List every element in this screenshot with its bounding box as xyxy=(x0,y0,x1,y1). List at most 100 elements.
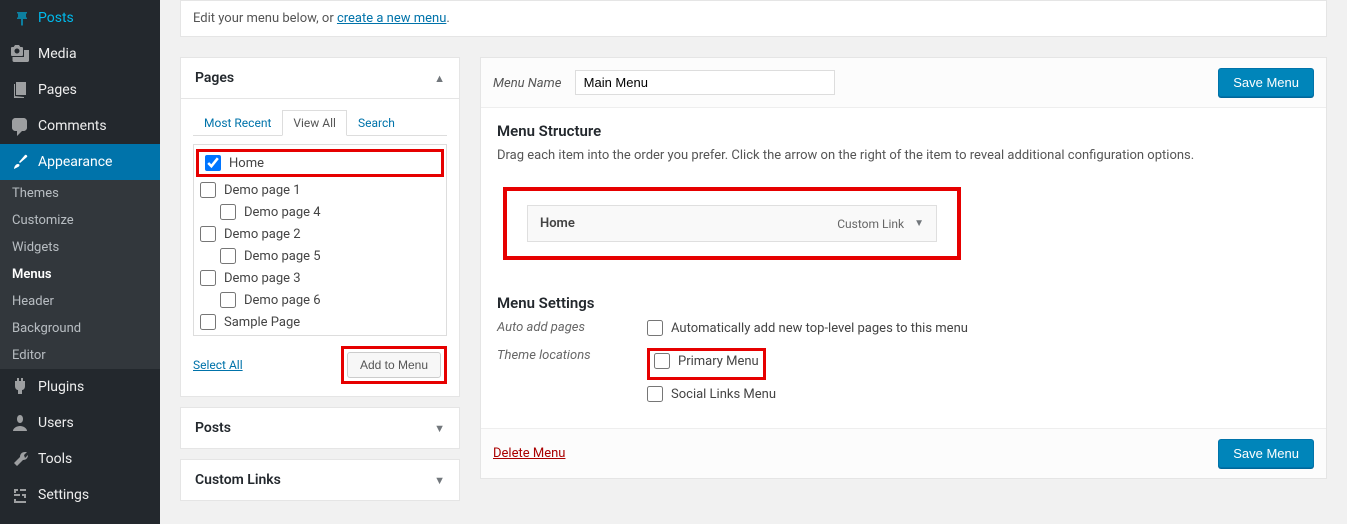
pin-icon xyxy=(10,8,30,28)
sidebar-item-posts[interactable]: Posts xyxy=(0,0,160,36)
subitem-header[interactable]: Header xyxy=(0,288,160,315)
save-menu-button-bottom[interactable]: Save Menu xyxy=(1218,439,1314,468)
menu-item-type: Custom Link xyxy=(837,217,904,231)
admin-sidebar: Posts Media Pages Comments Appearance Th… xyxy=(0,0,160,524)
social-menu-checkbox[interactable] xyxy=(647,386,663,402)
page-checkbox[interactable] xyxy=(220,248,236,264)
page-checkbox[interactable] xyxy=(220,204,236,220)
theme-location-primary[interactable]: Primary Menu xyxy=(654,353,759,369)
sidebar-label: Users xyxy=(38,415,74,431)
page-item[interactable]: Demo page 6 xyxy=(194,289,446,311)
menu-structure-desc: Drag each item into the order you prefer… xyxy=(497,148,1310,163)
page-checkbox[interactable] xyxy=(220,292,236,308)
posts-accordion: Posts ▼ xyxy=(180,407,460,449)
select-all-link[interactable]: Select All xyxy=(193,358,243,372)
add-to-menu-button[interactable]: Add to Menu xyxy=(347,352,441,378)
sidebar-label: Pages xyxy=(38,82,77,98)
page-item[interactable]: Demo page 3 xyxy=(194,267,446,289)
posts-title: Posts xyxy=(195,420,231,436)
chevron-down-icon: ▼ xyxy=(434,422,445,435)
posts-accordion-header[interactable]: Posts ▼ xyxy=(181,408,459,448)
subitem-customize[interactable]: Customize xyxy=(0,207,160,234)
sidebar-label: Posts xyxy=(38,10,74,26)
subitem-themes[interactable]: Themes xyxy=(0,180,160,207)
tab-view-all[interactable]: View All xyxy=(282,110,347,136)
page-checkbox[interactable] xyxy=(205,155,221,171)
chevron-down-icon: ▼ xyxy=(434,474,445,487)
theme-location-social[interactable]: Social Links Menu xyxy=(647,386,1310,402)
sidebar-item-tools[interactable]: Tools xyxy=(0,441,160,477)
auto-add-text: Automatically add new top-level pages to… xyxy=(671,321,968,336)
page-item[interactable]: Demo page 1 xyxy=(194,179,446,201)
save-menu-button-top[interactable]: Save Menu xyxy=(1218,68,1314,97)
menu-name-label: Menu Name xyxy=(493,76,561,91)
sidebar-label: Tools xyxy=(38,451,72,467)
menu-structure-heading: Menu Structure xyxy=(497,122,1310,140)
page-icon xyxy=(10,80,30,100)
custom-links-title: Custom Links xyxy=(195,472,281,488)
edit-menu-notice: Edit your menu below, or create a new me… xyxy=(180,0,1327,37)
notice-suffix: . xyxy=(446,11,449,26)
page-label: Home xyxy=(229,156,264,171)
page-label: Sample Page xyxy=(224,315,300,330)
custom-links-accordion: Custom Links ▼ xyxy=(180,459,460,501)
page-label: Demo page 2 xyxy=(224,227,301,242)
chevron-down-icon[interactable]: ▼ xyxy=(914,218,924,229)
create-menu-link[interactable]: create a new menu xyxy=(337,11,446,26)
plugin-icon xyxy=(10,377,30,397)
pages-tabs: Most Recent View All Search xyxy=(193,109,447,136)
delete-menu-link[interactable]: Delete Menu xyxy=(493,446,565,461)
tab-most-recent[interactable]: Most Recent xyxy=(193,110,282,136)
sidebar-item-pages[interactable]: Pages xyxy=(0,72,160,108)
wrench-icon xyxy=(10,449,30,469)
subitem-widgets[interactable]: Widgets xyxy=(0,234,160,261)
auto-add-label: Auto add pages xyxy=(497,320,647,342)
subitem-editor[interactable]: Editor xyxy=(0,342,160,369)
primary-menu-checkbox[interactable] xyxy=(654,353,670,369)
sidebar-item-media[interactable]: Media xyxy=(0,36,160,72)
page-checkbox[interactable] xyxy=(200,182,216,198)
page-item[interactable]: Demo page 4 xyxy=(194,201,446,223)
sidebar-label: Comments xyxy=(38,118,107,134)
menu-name-input[interactable] xyxy=(575,70,835,95)
auto-add-checkbox[interactable] xyxy=(647,320,663,336)
user-icon xyxy=(10,413,30,433)
social-menu-text: Social Links Menu xyxy=(671,387,776,402)
chevron-up-icon: ▲ xyxy=(434,72,445,85)
sidebar-label: Media xyxy=(38,46,77,62)
menu-item[interactable]: Home Custom Link ▼ xyxy=(527,205,937,242)
page-label: Demo page 1 xyxy=(224,183,301,198)
auto-add-option[interactable]: Automatically add new top-level pages to… xyxy=(647,320,1310,336)
page-item[interactable]: Demo page 2 xyxy=(194,223,446,245)
sidebar-item-appearance[interactable]: Appearance xyxy=(0,144,160,180)
page-checkbox[interactable] xyxy=(200,226,216,242)
subitem-menus[interactable]: Menus xyxy=(0,261,160,288)
menu-settings-heading: Menu Settings xyxy=(497,294,1310,312)
pages-accordion: Pages ▲ Most Recent View All Search xyxy=(180,57,460,397)
sidebar-item-settings[interactable]: Settings xyxy=(0,477,160,513)
pages-title: Pages xyxy=(195,70,234,86)
main-content: Edit your menu below, or create a new me… xyxy=(160,0,1347,524)
sidebar-label: Settings xyxy=(38,487,89,503)
page-checkbox[interactable] xyxy=(200,314,216,330)
notice-prefix: Edit your menu below, or xyxy=(193,11,337,26)
subitem-background[interactable]: Background xyxy=(0,315,160,342)
sidebar-item-users[interactable]: Users xyxy=(0,405,160,441)
page-list[interactable]: Home Demo page 1 Demo page 4 xyxy=(194,145,446,335)
sidebar-item-comments[interactable]: Comments xyxy=(0,108,160,144)
sidebar-label: Plugins xyxy=(38,379,84,395)
sidebar-item-plugins[interactable]: Plugins xyxy=(0,369,160,405)
page-checkbox[interactable] xyxy=(200,270,216,286)
settings-icon xyxy=(10,485,30,505)
brush-icon xyxy=(10,152,30,172)
page-item[interactable]: Home xyxy=(199,152,441,174)
theme-locations-label: Theme locations xyxy=(497,348,647,408)
page-label: Demo page 3 xyxy=(224,271,301,286)
primary-menu-text: Primary Menu xyxy=(678,354,759,369)
sidebar-label: Appearance xyxy=(38,154,112,170)
page-item[interactable]: Sample Page xyxy=(194,311,446,333)
pages-accordion-header[interactable]: Pages ▲ xyxy=(181,58,459,98)
tab-search[interactable]: Search xyxy=(347,110,406,136)
page-item[interactable]: Demo page 5 xyxy=(194,245,446,267)
custom-links-accordion-header[interactable]: Custom Links ▼ xyxy=(181,460,459,500)
